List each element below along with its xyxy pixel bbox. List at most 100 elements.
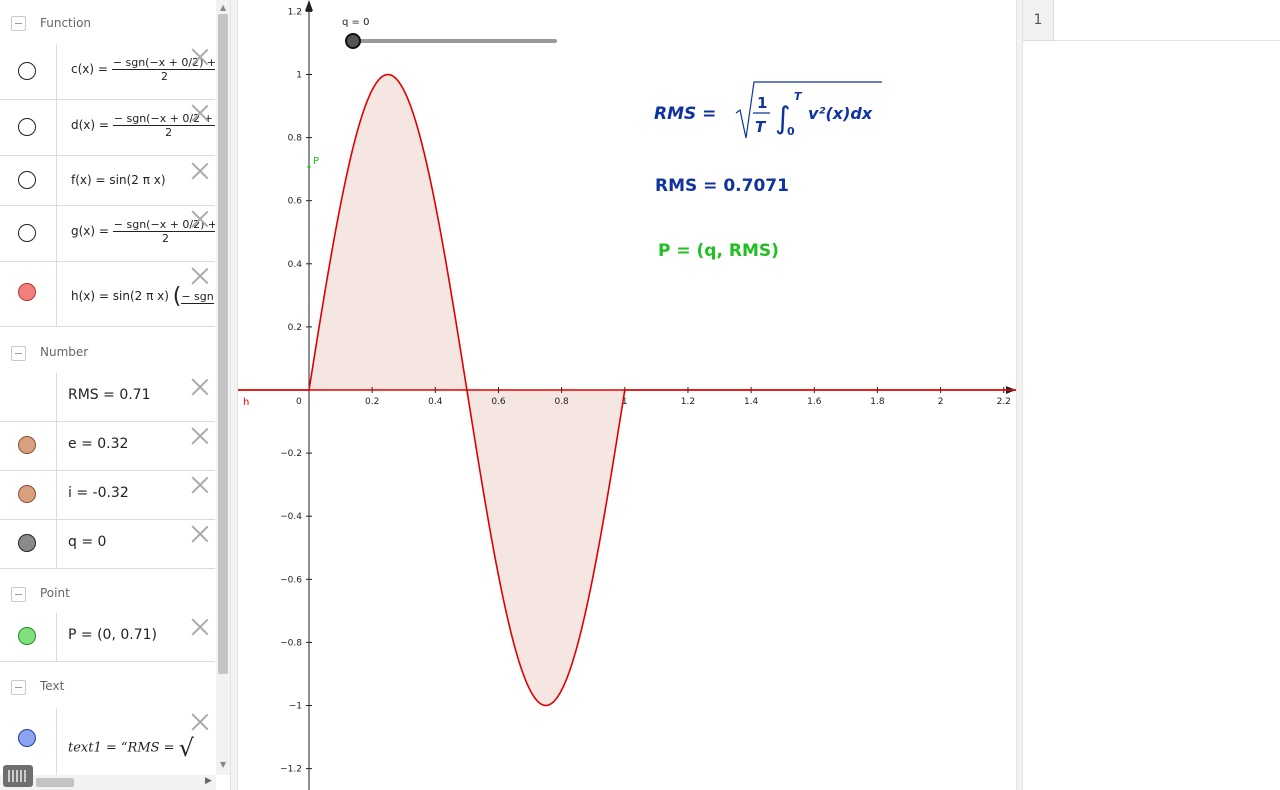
collapse-icon[interactable]: [11, 680, 26, 695]
keyboard-button[interactable]: [3, 765, 33, 787]
delete-icon[interactable]: [191, 378, 209, 396]
row-header-1[interactable]: 1: [1023, 0, 1054, 41]
category-number[interactable]: Number: [0, 327, 215, 373]
x-tick-label: 0.4: [428, 397, 443, 407]
y-tick-label: −0.8: [280, 638, 302, 648]
x-tick-label: 2: [938, 397, 944, 407]
number-rms[interactable]: RMS = 0.71: [68, 387, 151, 403]
algebra-row-p[interactable]: P = (0, 0.71): [0, 613, 215, 662]
delete-icon[interactable]: [191, 104, 209, 122]
visibility-toggle[interactable]: [18, 224, 36, 242]
y-tick-label: 0.2: [288, 323, 302, 333]
category-point[interactable]: Point: [0, 569, 215, 613]
delete-icon[interactable]: [191, 162, 209, 180]
category-label: Function: [40, 16, 92, 30]
scroll-up-icon[interactable]: ▲: [220, 3, 226, 12]
visibility-toggle[interactable]: [18, 729, 36, 747]
category-text[interactable]: Text: [0, 662, 215, 708]
scroll-right-icon[interactable]: ▶: [205, 776, 212, 786]
view-divider[interactable]: [230, 0, 238, 790]
algebra-vertical-scrollbar[interactable]: ▲ ▼: [216, 0, 230, 775]
delete-icon[interactable]: [191, 427, 209, 445]
category-label: Number: [40, 345, 89, 359]
number-i[interactable]: i = -0.32: [68, 485, 129, 501]
y-tick-label: 1.2: [288, 7, 302, 17]
y-tick-label: −0.6: [280, 575, 302, 585]
algebra-row-e[interactable]: e = 0.32: [0, 422, 215, 471]
graphics-canvas[interactable]: 0.2 0.4 0.6 0.8 1 1.2 1.4 1.6 1.8 2 2.2 1.2 1 0.8 0.6…: [238, 0, 1016, 790]
integral-shading-negative: [466, 390, 625, 706]
algebra-row-rms[interactable]: RMS = 0.71: [0, 373, 215, 422]
visibility-toggle[interactable]: [18, 436, 36, 454]
x-tick-label: 0.8: [554, 397, 569, 407]
function-h-expression[interactable]: h(x) = sin(2 π x) (− sgn: [71, 284, 215, 309]
y-tick-group: 1.2 1 0.8 0.6 0.4 0.2 −0.2 −0.4 −0.6 −0.8 −1 −1.2: [280, 7, 312, 775]
row-divider: [1053, 40, 1280, 41]
algebra-row-q[interactable]: q = 0: [0, 520, 215, 569]
number-q[interactable]: q = 0: [68, 534, 106, 550]
delete-icon[interactable]: [191, 267, 209, 285]
x-tick-label: 1.4: [744, 397, 759, 407]
rms-formula-upper: T: [794, 90, 803, 103]
x-tick-label: 1.8: [870, 397, 885, 407]
y-tick-label: 1: [296, 71, 302, 81]
y-tick-label: −1: [289, 702, 302, 712]
point-definition-text[interactable]: P = (q, RMS): [658, 241, 779, 261]
delete-icon[interactable]: [191, 48, 209, 66]
scrollbar-thumb[interactable]: [36, 778, 74, 787]
delete-icon[interactable]: [191, 476, 209, 494]
algebra-row-f[interactable]: f(x) = sin(2 π x): [0, 156, 215, 206]
point-p[interactable]: P = (0, 0.71): [68, 627, 157, 643]
algebra-row-d[interactable]: d(x) = − sgn(−x + 0/2 + 0 2: [0, 100, 215, 156]
x-tick-label: 2.2: [997, 397, 1011, 407]
delete-icon[interactable]: [191, 618, 209, 636]
y-axis-arrow-icon: [305, 0, 313, 11]
rms-value-text[interactable]: RMS = 0.7071: [655, 176, 789, 196]
collapse-icon[interactable]: [11, 587, 26, 602]
visibility-toggle[interactable]: [18, 534, 36, 552]
visibility-toggle[interactable]: [18, 283, 36, 301]
function-f-expression[interactable]: f(x) = sin(2 π x): [71, 173, 166, 187]
visibility-toggle[interactable]: [18, 118, 36, 136]
visibility-toggle[interactable]: [18, 627, 36, 645]
x-tick-label: 0.6: [491, 397, 506, 407]
collapse-icon[interactable]: [11, 16, 26, 31]
point-p-label: P: [313, 156, 319, 167]
algebra-view: Function c(x) = − sgn(−x + 0/2) + 2 d(x)…: [0, 0, 230, 790]
rms-formula[interactable]: RMS = 1 T ∫ T 0 v²(x)dx: [654, 81, 882, 139]
visibility-toggle[interactable]: [18, 62, 36, 80]
algebra-row-g[interactable]: g(x) = − sgn(−x + 0/2) + 2: [0, 206, 215, 262]
x-tick-label: 1.6: [807, 397, 822, 407]
y-tick-label: 0.6: [288, 197, 303, 207]
y-tick-label: 0.4: [288, 260, 303, 270]
visibility-toggle[interactable]: [18, 171, 36, 189]
delete-icon[interactable]: [191, 525, 209, 543]
collapse-icon[interactable]: [11, 346, 26, 361]
integral-shading-positive: [309, 74, 467, 390]
delete-icon[interactable]: [191, 713, 209, 731]
scrollbar-thumb[interactable]: [218, 14, 228, 674]
rms-formula-lower: 0: [787, 125, 795, 138]
rms-formula-integrand: v²(x)dx: [808, 104, 873, 123]
algebra-row-c[interactable]: c(x) = − sgn(−x + 0/2) + 2: [0, 44, 215, 100]
graphics-view[interactable]: 0.2 0.4 0.6 0.8 1 1.2 1.4 1.6 1.8 2 2.2 1.2 1 0.8 0.6…: [238, 0, 1016, 790]
algebra-row-i[interactable]: i = -0.32: [0, 471, 215, 520]
y-tick-label: −0.4: [280, 512, 302, 522]
delete-icon[interactable]: [191, 210, 209, 228]
y-tick-label: 0.8: [288, 134, 303, 144]
category-function[interactable]: Function: [0, 0, 215, 44]
rms-formula-frac-num: 1: [757, 94, 767, 112]
scroll-down-icon[interactable]: ▼: [220, 760, 226, 769]
keyboard-icon: [8, 770, 28, 782]
point-p[interactable]: [307, 165, 311, 169]
number-e[interactable]: e = 0.32: [68, 436, 128, 452]
view-divider[interactable]: [1016, 0, 1023, 790]
category-label: Point: [40, 586, 70, 600]
slider-q-handle[interactable]: [345, 33, 361, 49]
text1-expression[interactable]: text1 = “RMS = √: [68, 734, 212, 762]
spreadsheet-view[interactable]: 1: [1023, 0, 1280, 790]
visibility-toggle[interactable]: [18, 485, 36, 503]
origin-label: 0: [296, 397, 302, 407]
algebra-row-h[interactable]: h(x) = sin(2 π x) (− sgn: [0, 262, 215, 327]
slider-q-label: q = 0: [342, 17, 369, 28]
